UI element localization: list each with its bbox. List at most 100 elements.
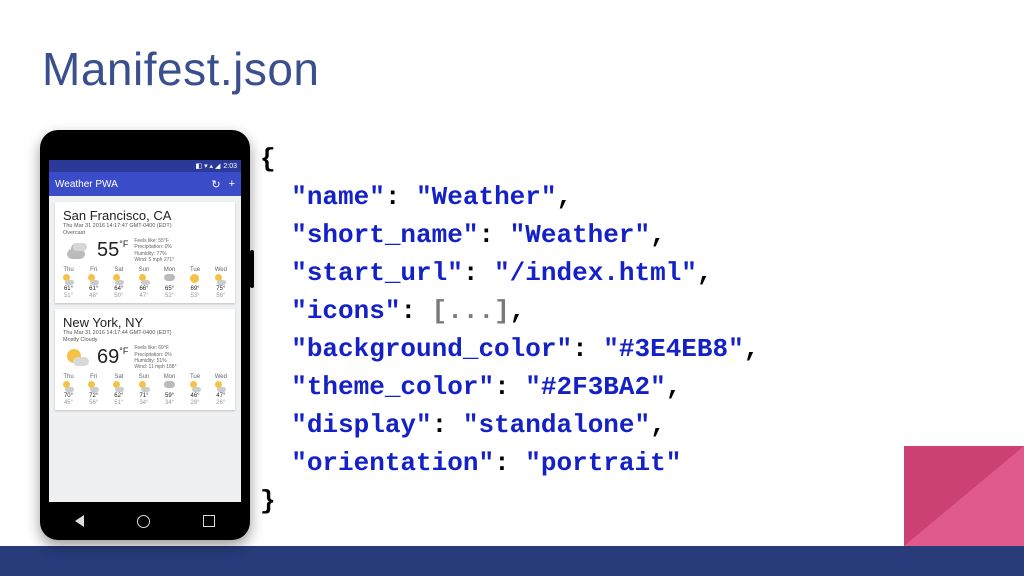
city-name: San Francisco, CA	[63, 208, 227, 223]
forecast-day-label: Sun	[139, 374, 150, 380]
weather-card: San Francisco, CAThu Mar 31 2016 14:17:4…	[55, 202, 235, 303]
manifest-key-shortname: "short_name"	[291, 220, 478, 250]
forecast-lo: 51°	[64, 293, 73, 299]
forecast-day: Mon59°34°	[164, 374, 176, 406]
forecast-hi: 59°	[165, 393, 174, 399]
partly-icon	[88, 274, 99, 285]
deco-triangle	[904, 446, 1024, 546]
partly-icon	[113, 381, 124, 392]
forecast-lo: 51°	[114, 400, 123, 406]
forecast-lo: 47°	[139, 293, 148, 299]
partly-icon	[190, 381, 201, 392]
forecast-day-label: Thu	[63, 374, 73, 380]
forecast-hi: 61°	[89, 286, 98, 292]
forecast-day: Sat 64°50°	[113, 267, 124, 299]
partly-icon	[139, 274, 150, 285]
sun-icon	[190, 274, 201, 285]
forecast-day: Wed47°26°	[215, 374, 227, 406]
main-weather-row: 55°F Feels like: 55°FPrecipitation: 0%Hum…	[63, 238, 227, 263]
weather-stats: Feels like: 69°FPrecipitation: 0%Humidit…	[134, 345, 176, 370]
phone-mockup: ◧ ▾ ▴ ◢ 2:03 Weather PWA ↻ + San Francis…	[40, 130, 250, 540]
status-bar: ◧ ▾ ▴ ◢ 2:03	[49, 160, 241, 172]
forecast-day: Wed 75°56°	[215, 267, 227, 299]
nav-back-icon[interactable]	[75, 515, 84, 527]
forecast-day-label: Sun	[139, 267, 150, 273]
android-navbar	[49, 510, 241, 532]
forecast-day-label: Thu	[63, 267, 73, 273]
forecast-hi: 75°	[216, 286, 225, 292]
deco-bottom-bar	[0, 546, 1024, 576]
partly-icon	[63, 381, 74, 392]
summary-label: Overcast	[63, 230, 227, 237]
weather-card: New York, NYThu Mar 31 2016 14:17:44 GMT…	[55, 309, 235, 410]
forecast-day: Sat62°51°	[113, 374, 124, 406]
forecast-hi: 46°	[190, 393, 199, 399]
main-weather-row: 69°FFeels like: 69°FPrecipitation: 0%Hum…	[63, 345, 227, 370]
forecast-day-label: Tue	[190, 267, 200, 273]
manifest-key-bgcolor: "background_color"	[291, 334, 572, 364]
manifest-key-orientation: "orientation"	[291, 448, 494, 478]
forecast-day-label: Wed	[215, 374, 227, 380]
datetime-label: Thu Mar 31 2016 14:17:47 GMT-0400 (EDT)	[63, 223, 227, 230]
add-icon[interactable]: +	[229, 178, 235, 191]
forecast-day: Thu70°45°	[63, 374, 74, 406]
forecast-hi: 66°	[139, 286, 148, 292]
status-time: 2:03	[223, 163, 237, 170]
slide-title: Manifest.json	[42, 42, 320, 96]
city-name: New York, NY	[63, 315, 227, 330]
forecast-day: Sun 66°47°	[139, 267, 150, 299]
forecast-day: Tue 46°28°	[190, 374, 201, 406]
forecast-hi: 71°	[139, 393, 148, 399]
app-title: Weather PWA	[55, 179, 118, 190]
forecast-hi: 64°	[114, 286, 123, 292]
forecast-day-label: Mon	[164, 267, 176, 273]
manifest-val-orientation: "portrait"	[525, 448, 681, 478]
refresh-icon[interactable]: ↻	[211, 178, 220, 191]
forecast-day-label: Wed	[215, 267, 227, 273]
nav-recent-icon[interactable]	[203, 515, 215, 527]
manifest-key-display: "display"	[291, 410, 431, 440]
forecast-lo: 28°	[190, 400, 199, 406]
forecast-lo: 50°	[114, 293, 123, 299]
manifest-key-name: "name"	[291, 182, 385, 212]
forecast-lo: 34°	[139, 400, 148, 406]
partly-icon	[139, 381, 150, 392]
manifest-key-icons: "icons"	[291, 296, 400, 326]
forecast-hi: 65°	[165, 286, 174, 292]
partly-icon	[215, 274, 226, 285]
forecast-day: Sun 71°34°	[139, 374, 150, 406]
current-temp: 55°F	[97, 239, 128, 262]
manifest-val-shortname: "Weather"	[510, 220, 650, 250]
forecast-hi: 72°	[89, 393, 98, 399]
forecast-day-label: Tue	[190, 374, 200, 380]
forecast-hi: 47°	[216, 393, 225, 399]
partly-icon	[88, 381, 99, 392]
nav-home-icon[interactable]	[137, 515, 150, 528]
cloudy-icon	[63, 239, 91, 263]
forecast-day-label: Sat	[114, 267, 123, 273]
forecast-day: Fri61°48°	[88, 267, 99, 299]
weather-stats: Feels like: 55°FPrecipitation: 0%Humidit…	[134, 238, 174, 263]
forecast-row: Thu70°45°Fri72°56°Sat62°51°Sun71°34°Mon5…	[63, 374, 227, 406]
forecast-hi: 69°	[190, 286, 199, 292]
forecast-day-label: Fri	[90, 267, 97, 273]
forecast-hi: 70°	[64, 393, 73, 399]
cloud-icon	[164, 381, 175, 392]
forecast-day-label: Fri	[90, 374, 97, 380]
forecast-lo: 56°	[89, 400, 98, 406]
partly-icon	[113, 274, 124, 285]
manifest-val-themecolor: "#2F3BA2"	[525, 372, 665, 402]
forecast-lo: 56°	[216, 293, 225, 299]
datetime-label: Thu Mar 31 2016 14:17:44 GMT-0400 (EDT)	[63, 330, 227, 337]
card-container: San Francisco, CAThu Mar 31 2016 14:17:4…	[49, 196, 241, 502]
forecast-lo: 53°	[190, 293, 199, 299]
forecast-hi: 61°	[64, 286, 73, 292]
manifest-key-themecolor: "theme_color"	[291, 372, 494, 402]
summary-label: Mostly Cloudy	[63, 337, 227, 344]
manifest-key-starturl: "start_url"	[291, 258, 463, 288]
partly-icon	[63, 274, 74, 285]
manifest-val-name: "Weather"	[416, 182, 556, 212]
status-icons: ◧ ▾ ▴ ◢	[196, 162, 221, 170]
forecast-day: Thu 61°51°	[63, 267, 74, 299]
manifest-val-display: "standalone"	[463, 410, 650, 440]
